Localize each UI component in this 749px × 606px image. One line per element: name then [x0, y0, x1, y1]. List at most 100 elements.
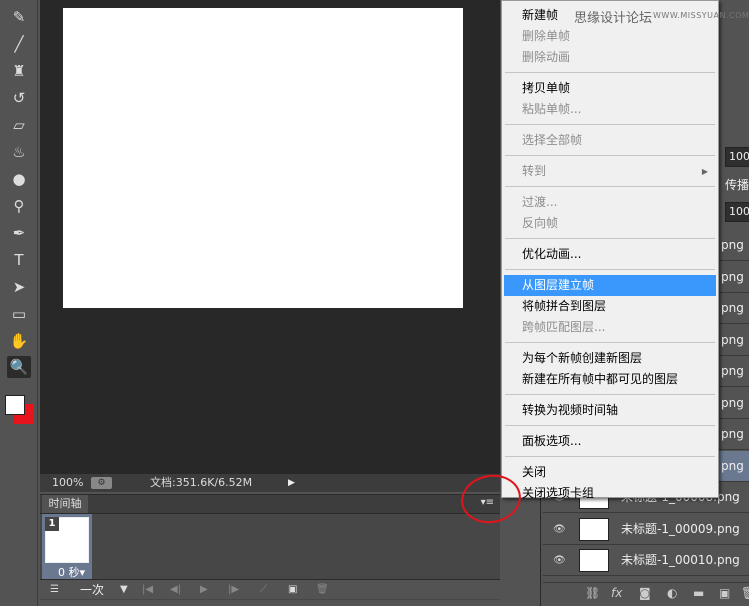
menu-item[interactable]: 粘贴单帧...	[502, 99, 718, 120]
fill-field[interactable]: 100%	[725, 202, 749, 222]
menu-item-label: 选择全部帧	[522, 133, 583, 147]
menu-item[interactable]: 选择全部帧	[502, 130, 718, 151]
menu-item[interactable]: 优化动画...	[502, 244, 718, 265]
fx-icon[interactable]: fx	[611, 583, 622, 603]
menu-item[interactable]: 将帧拼合到图层	[502, 296, 718, 317]
layer-row[interactable]: 👁 未标题-1_00010.png	[543, 545, 749, 576]
convert-icon[interactable]: ☰	[50, 580, 59, 600]
adjustment-icon[interactable]: ◐	[667, 583, 677, 603]
layer-name: png	[721, 364, 744, 378]
tab-timeline[interactable]: 时间轴	[42, 495, 88, 513]
menu-item[interactable]: 转到 ▶	[502, 161, 718, 182]
layer-name: png	[721, 238, 744, 252]
timeline-controls: ☰ 一次 ▼ |◀ ◀| ▶ |▶ ⟋ ▣ 🗑	[40, 579, 500, 599]
menu-item-label: 从图层建立帧	[522, 278, 595, 292]
opacity-field[interactable]: 100%	[725, 147, 749, 167]
menu-item-label: 新建帧	[522, 8, 559, 22]
play-arrow-icon[interactable]: ▶	[288, 474, 295, 492]
paint-bucket-tool-icon[interactable]: ♨	[7, 141, 31, 163]
trash-icon[interactable]: 🗑	[741, 583, 749, 603]
layer-name: 未标题-1_00009.png	[621, 521, 740, 536]
menu-item[interactable]: 从图层建立帧	[504, 275, 716, 296]
menu-item-label: 关闭选项卡组	[522, 486, 595, 500]
trash-icon[interactable]: 🗑	[316, 580, 329, 600]
layer-thumbnail	[579, 549, 609, 572]
menu-item-label: 过渡...	[522, 195, 558, 209]
menu-item[interactable]: 新建在所有帧中都可见的图层	[502, 369, 718, 390]
menu-item[interactable]: 拷贝单帧	[502, 78, 718, 99]
layer-name: png	[721, 395, 744, 410]
foreground-color-swatch[interactable]	[5, 395, 25, 415]
clone-stamp-tool-icon[interactable]: ♜	[7, 60, 31, 82]
layer-name: 未标题-1_00010.png	[621, 553, 740, 567]
gear-icon[interactable]: ⚙	[91, 477, 112, 489]
history-brush-tool-icon[interactable]: ↺	[7, 87, 31, 109]
prev-frame-icon[interactable]: ◀|	[170, 580, 181, 600]
canvas-area[interactable]	[40, 0, 500, 474]
menu-item[interactable]: 反向帧	[502, 213, 718, 234]
watermark-text: 思缘设计论坛	[574, 11, 653, 26]
doc-info: 文档:351.6K/6.52M	[150, 476, 253, 489]
menu-item[interactable]: 关闭选项卡组	[502, 483, 718, 504]
next-frame-icon[interactable]: |▶	[228, 580, 239, 600]
animation-frame[interactable]: 1 0 秒▾	[42, 514, 92, 579]
link-icon[interactable]: ⛓	[585, 583, 600, 603]
eraser-tool-icon[interactable]: ▱	[7, 114, 31, 136]
menu-separator	[502, 338, 718, 348]
propagate-checkbox[interactable]: 传播	[725, 176, 749, 193]
menu-item[interactable]: 过渡...	[502, 192, 718, 213]
play-icon[interactable]: ▶	[200, 580, 208, 600]
new-layer-icon[interactable]: ▣	[719, 583, 730, 603]
menu-item[interactable]: 转换为视频时间轴	[502, 400, 718, 421]
folder-icon[interactable]: ▬	[693, 583, 704, 603]
menu-separator	[502, 68, 718, 78]
menu-item-label: 粘贴单帧...	[522, 102, 582, 116]
menu-item-label: 拷贝单帧	[522, 81, 571, 95]
menu-item[interactable]: 关闭	[502, 462, 718, 483]
menu-item[interactable]: 删除动画	[502, 47, 718, 68]
layers-footer: ⛓ fx ◙ ◐ ▬ ▣ 🗑	[543, 582, 749, 606]
timeline-flyout-menu: 新建帧删除单帧删除动画拷贝单帧粘贴单帧... 选择全部帧转到 ▶ 过渡... 反向帧优化…	[501, 0, 719, 500]
submenu-arrow-icon: ▶	[701, 167, 708, 176]
eye-icon[interactable]: 👁	[553, 514, 566, 545]
menu-item-label: 删除单帧	[522, 29, 571, 43]
menu-item-label: 为每个新帧创建新图层	[522, 351, 643, 365]
tools-panel: ✎ ╱ ♜ ↺ ▱ ♨ ● ⚲ ✒ T ➤ ▭ ✋ 🔍	[0, 0, 38, 606]
timeline-panel: 时间轴 ▾≡ 1 0 秒▾ ☰ 一次 ▼ |◀ ◀| ▶ |▶ ⟋ ▣ 🗑	[40, 494, 500, 600]
zoom-level[interactable]: 100%	[52, 474, 83, 492]
frame-delay[interactable]: 0 秒▾	[58, 564, 85, 580]
loop-select[interactable]: 一次	[80, 580, 104, 600]
menu-item-label: 跨帧匹配图层...	[522, 320, 606, 334]
mask-icon[interactable]: ◙	[639, 583, 651, 603]
blur-tool-icon[interactable]: ●	[7, 168, 31, 190]
brush-tool-icon[interactable]: ╱	[7, 33, 31, 55]
chevron-down-icon[interactable]: ▼	[120, 580, 128, 600]
new-frame-icon[interactable]: ▣	[288, 580, 297, 600]
frame-number: 1	[45, 517, 59, 531]
menu-separator	[502, 390, 718, 400]
zoom-tool-icon[interactable]: 🔍	[7, 356, 31, 378]
hand-tool-icon[interactable]: ✋	[7, 330, 31, 352]
first-frame-icon[interactable]: |◀	[142, 580, 153, 600]
menu-item-label: 面板选项...	[522, 434, 582, 448]
menu-separator	[502, 421, 718, 431]
path-select-tool-icon[interactable]: ➤	[7, 276, 31, 298]
menu-item[interactable]: 删除单帧	[502, 26, 718, 47]
menu-item[interactable]: 为每个新帧创建新图层	[502, 348, 718, 369]
menu-separator	[502, 151, 718, 161]
layer-name: png	[721, 332, 744, 347]
menu-item[interactable]: 跨帧匹配图层...	[502, 317, 718, 338]
status-bar: 100% ⚙ 文档:351.6K/6.52M ▶	[40, 474, 500, 492]
rectangle-tool-icon[interactable]: ▭	[7, 303, 31, 325]
document-canvas[interactable]	[63, 8, 463, 308]
eye-icon[interactable]: 👁	[553, 545, 566, 576]
pen-tool-icon[interactable]: ✒	[7, 222, 31, 244]
menu-item[interactable]: 面板选项...	[502, 431, 718, 452]
menu-item-label: 反向帧	[522, 216, 559, 230]
tween-icon[interactable]: ⟋	[260, 580, 267, 600]
type-tool-icon[interactable]: T	[7, 249, 31, 271]
dodge-tool-icon[interactable]: ⚲	[7, 195, 31, 217]
layer-name: png	[721, 269, 744, 284]
layer-row[interactable]: 👁 未标题-1_00009.png	[543, 514, 749, 545]
healing-brush-tool-icon[interactable]: ✎	[7, 6, 31, 28]
